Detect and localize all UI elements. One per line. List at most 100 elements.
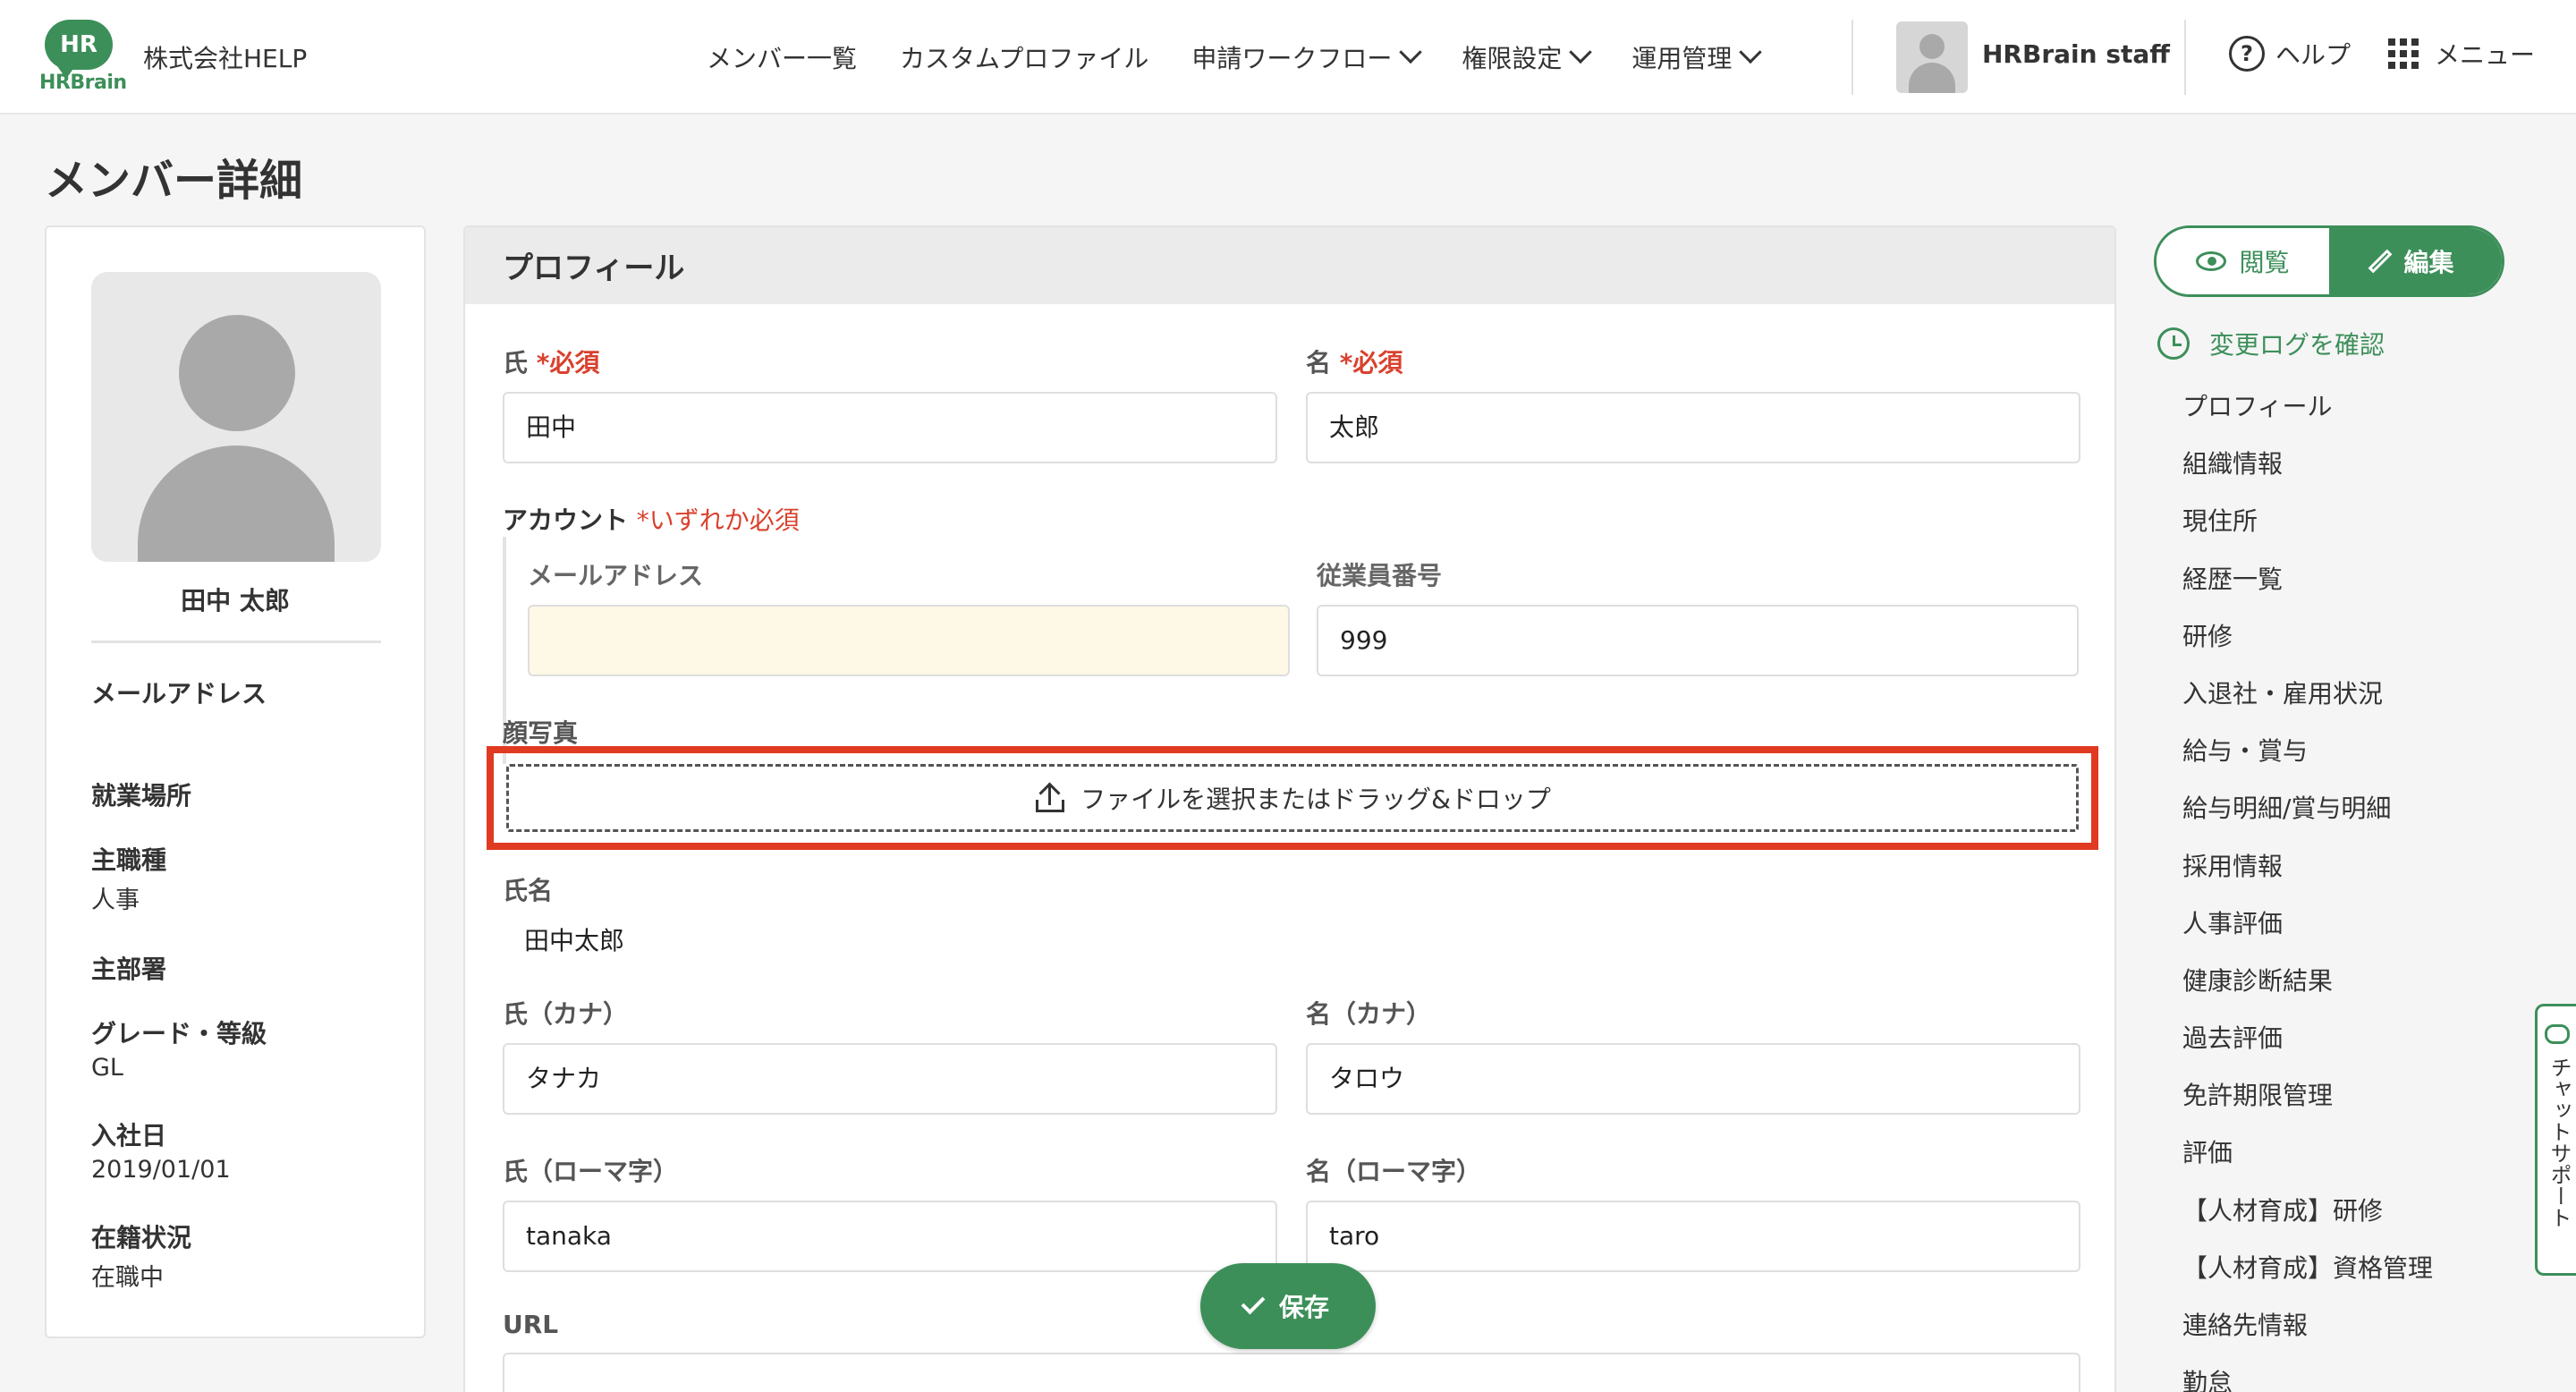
first-name-input[interactable]: 太郎 bbox=[1306, 392, 2080, 463]
first-roman-input[interactable]: taro bbox=[1306, 1201, 2080, 1272]
email-label: メールアドレス bbox=[528, 561, 704, 590]
chevron-down-icon bbox=[1399, 40, 1423, 64]
view-mode-button[interactable]: 閲覧 bbox=[2157, 228, 2329, 294]
upload-icon bbox=[1034, 782, 1066, 814]
employee-no-input[interactable]: 999 bbox=[1317, 605, 2079, 676]
chat-bubble-icon bbox=[2545, 1024, 2570, 1044]
chevron-down-icon bbox=[1569, 40, 1593, 64]
last-kana-input[interactable]: タナカ bbox=[503, 1043, 1277, 1115]
section-nav-item[interactable]: 給与・賞与 bbox=[2182, 731, 2433, 788]
chevron-down-icon bbox=[1739, 40, 1763, 64]
url-label: URL bbox=[503, 1310, 559, 1339]
chat-support-label: チャットサポート bbox=[2546, 1057, 2572, 1228]
section-nav: プロフィール 組織情報 現住所 経歴一覧 研修 入退社・雇用状況 給与・賞与 給… bbox=[2182, 386, 2433, 1392]
label-text: アカウント bbox=[503, 505, 629, 535]
required-mark: *必須 bbox=[536, 348, 600, 378]
section-nav-item[interactable]: 勤怠 bbox=[2182, 1362, 2433, 1392]
photo-upload-dropzone[interactable]: ファイルを選択またはドラッグ&ドロップ bbox=[506, 764, 2079, 832]
nav-label: 申請ワークフロー bbox=[1191, 44, 1393, 73]
section-nav-item[interactable]: 給与明細/賞与明細 bbox=[2182, 788, 2433, 845]
section-nav-item[interactable]: 免許期限管理 bbox=[2182, 1075, 2433, 1133]
summary-email-label: メールアドレス bbox=[91, 679, 267, 709]
divider bbox=[91, 641, 381, 643]
section-nav-item[interactable]: 健康診断結果 bbox=[2182, 961, 2433, 1018]
nav-permissions[interactable]: 権限設定 bbox=[1462, 39, 1593, 75]
summary-job-label: 主職種 bbox=[91, 845, 167, 875]
photo-label: 顔写真 bbox=[503, 718, 579, 748]
changelog-label: 変更ログを確認 bbox=[2209, 330, 2385, 360]
summary-joined-label: 入社日 bbox=[91, 1121, 167, 1150]
first-name-label: 名 *必須 bbox=[1306, 344, 1402, 379]
last-name-input[interactable]: 田中 bbox=[503, 392, 1277, 463]
summary-job-value: 人事 bbox=[91, 887, 140, 914]
section-nav-item[interactable]: 研修 bbox=[2182, 616, 2433, 674]
section-nav-item[interactable]: 連絡先情報 bbox=[2182, 1305, 2433, 1362]
summary-workplace-label: 就業場所 bbox=[91, 781, 192, 811]
logo-wordmark: HRBrain bbox=[39, 72, 127, 94]
save-label: 保存 bbox=[1278, 1293, 1329, 1322]
email-input[interactable] bbox=[528, 605, 1290, 676]
summary-grade-label: グレード・等級 bbox=[91, 1019, 267, 1048]
first-kana-input[interactable]: タロウ bbox=[1306, 1043, 2080, 1115]
section-nav-item[interactable]: 入退社・雇用状況 bbox=[2182, 674, 2433, 731]
employee-no-label: 従業員番号 bbox=[1317, 561, 1443, 590]
save-button[interactable]: 保存 bbox=[1200, 1263, 1376, 1349]
required-mark: *必須 bbox=[1339, 348, 1403, 378]
summary-dept-label: 主部署 bbox=[91, 955, 167, 984]
user-avatar[interactable] bbox=[1896, 21, 1968, 93]
chat-support-tab[interactable]: チャットサポート bbox=[2535, 1004, 2576, 1276]
nav-label: メンバー一覧 bbox=[707, 44, 858, 73]
nav-member-list[interactable]: メンバー一覧 bbox=[707, 39, 857, 75]
required-mark: *いずれか必須 bbox=[636, 505, 800, 535]
nav-operations[interactable]: 運用管理 bbox=[1631, 39, 1763, 75]
header-divider bbox=[2184, 20, 2186, 95]
full-name-label: 氏名 bbox=[503, 876, 554, 905]
user-name[interactable]: HRBrain staff bbox=[1982, 39, 2170, 69]
eye-icon bbox=[2196, 251, 2227, 271]
first-roman-label: 名（ローマ字） bbox=[1306, 1157, 1482, 1186]
section-nav-item[interactable]: 現住所 bbox=[2182, 501, 2433, 558]
section-nav-item[interactable]: 評価 bbox=[2182, 1133, 2433, 1190]
member-name: 田中 太郎 bbox=[181, 586, 290, 615]
url-input[interactable] bbox=[503, 1353, 2080, 1392]
last-roman-input[interactable]: tanaka bbox=[503, 1201, 1277, 1272]
upload-highlight: ファイルを選択またはドラッグ&ドロップ bbox=[487, 746, 2098, 850]
member-summary-card: 田中 太郎 メールアドレス 就業場所 主職種 人事 主部署 グレード・等級 GL… bbox=[45, 225, 426, 1338]
grid-menu-icon bbox=[2388, 38, 2419, 69]
nav-workflow[interactable]: 申請ワークフロー bbox=[1191, 39, 1423, 75]
changelog-link[interactable]: 変更ログを確認 bbox=[2157, 326, 2385, 361]
section-title: プロフィール bbox=[465, 227, 2114, 304]
summary-grade-value: GL bbox=[91, 1054, 123, 1082]
section-nav-item[interactable]: 経歴一覧 bbox=[2182, 559, 2433, 616]
last-kana-label: 氏（カナ） bbox=[503, 999, 629, 1029]
last-name-label: 氏 *必須 bbox=[503, 344, 599, 379]
nav-label: 権限設定 bbox=[1462, 44, 1563, 73]
top-header: HR HRBrain 株式会社HELP メンバー一覧 カスタムプロファイル 申請… bbox=[0, 0, 2576, 115]
section-nav-item[interactable]: プロフィール bbox=[2182, 386, 2433, 444]
hrbrain-logo[interactable]: HR HRBrain bbox=[39, 20, 127, 95]
page-title: メンバー詳細 bbox=[45, 156, 303, 206]
menu-button[interactable]: メニュー bbox=[2388, 36, 2535, 72]
pencil-icon bbox=[2368, 249, 2393, 274]
help-icon: ? bbox=[2229, 36, 2265, 72]
menu-label: メニュー bbox=[2435, 40, 2536, 70]
nav-label: 運用管理 bbox=[1631, 44, 1733, 73]
summary-joined-value: 2019/01/01 bbox=[91, 1156, 231, 1184]
help-label: ヘルプ bbox=[2275, 40, 2351, 70]
help-link[interactable]: ? ヘルプ bbox=[2229, 36, 2351, 72]
section-nav-item[interactable]: 人事評価 bbox=[2182, 904, 2433, 961]
clock-icon bbox=[2157, 327, 2190, 360]
label-text: 名 bbox=[1306, 348, 1332, 378]
summary-status-label: 在籍状況 bbox=[91, 1223, 192, 1252]
section-nav-item[interactable]: 【人材育成】資格管理 bbox=[2182, 1248, 2433, 1305]
section-nav-item[interactable]: 採用情報 bbox=[2182, 846, 2433, 904]
edit-mode-button[interactable]: 編集 bbox=[2329, 228, 2502, 294]
logo-bubble: HR bbox=[45, 20, 113, 79]
section-nav-item[interactable]: 過去評価 bbox=[2182, 1018, 2433, 1075]
section-nav-item[interactable]: 組織情報 bbox=[2182, 444, 2433, 501]
nav-label: カスタムプロファイル bbox=[900, 44, 1149, 73]
company-name: 株式会社HELP bbox=[143, 44, 308, 73]
nav-custom-profile[interactable]: カスタムプロファイル bbox=[900, 39, 1148, 75]
section-nav-item[interactable]: 【人材育成】研修 bbox=[2182, 1191, 2433, 1248]
mode-toggle: 閲覧 編集 bbox=[2154, 225, 2504, 297]
